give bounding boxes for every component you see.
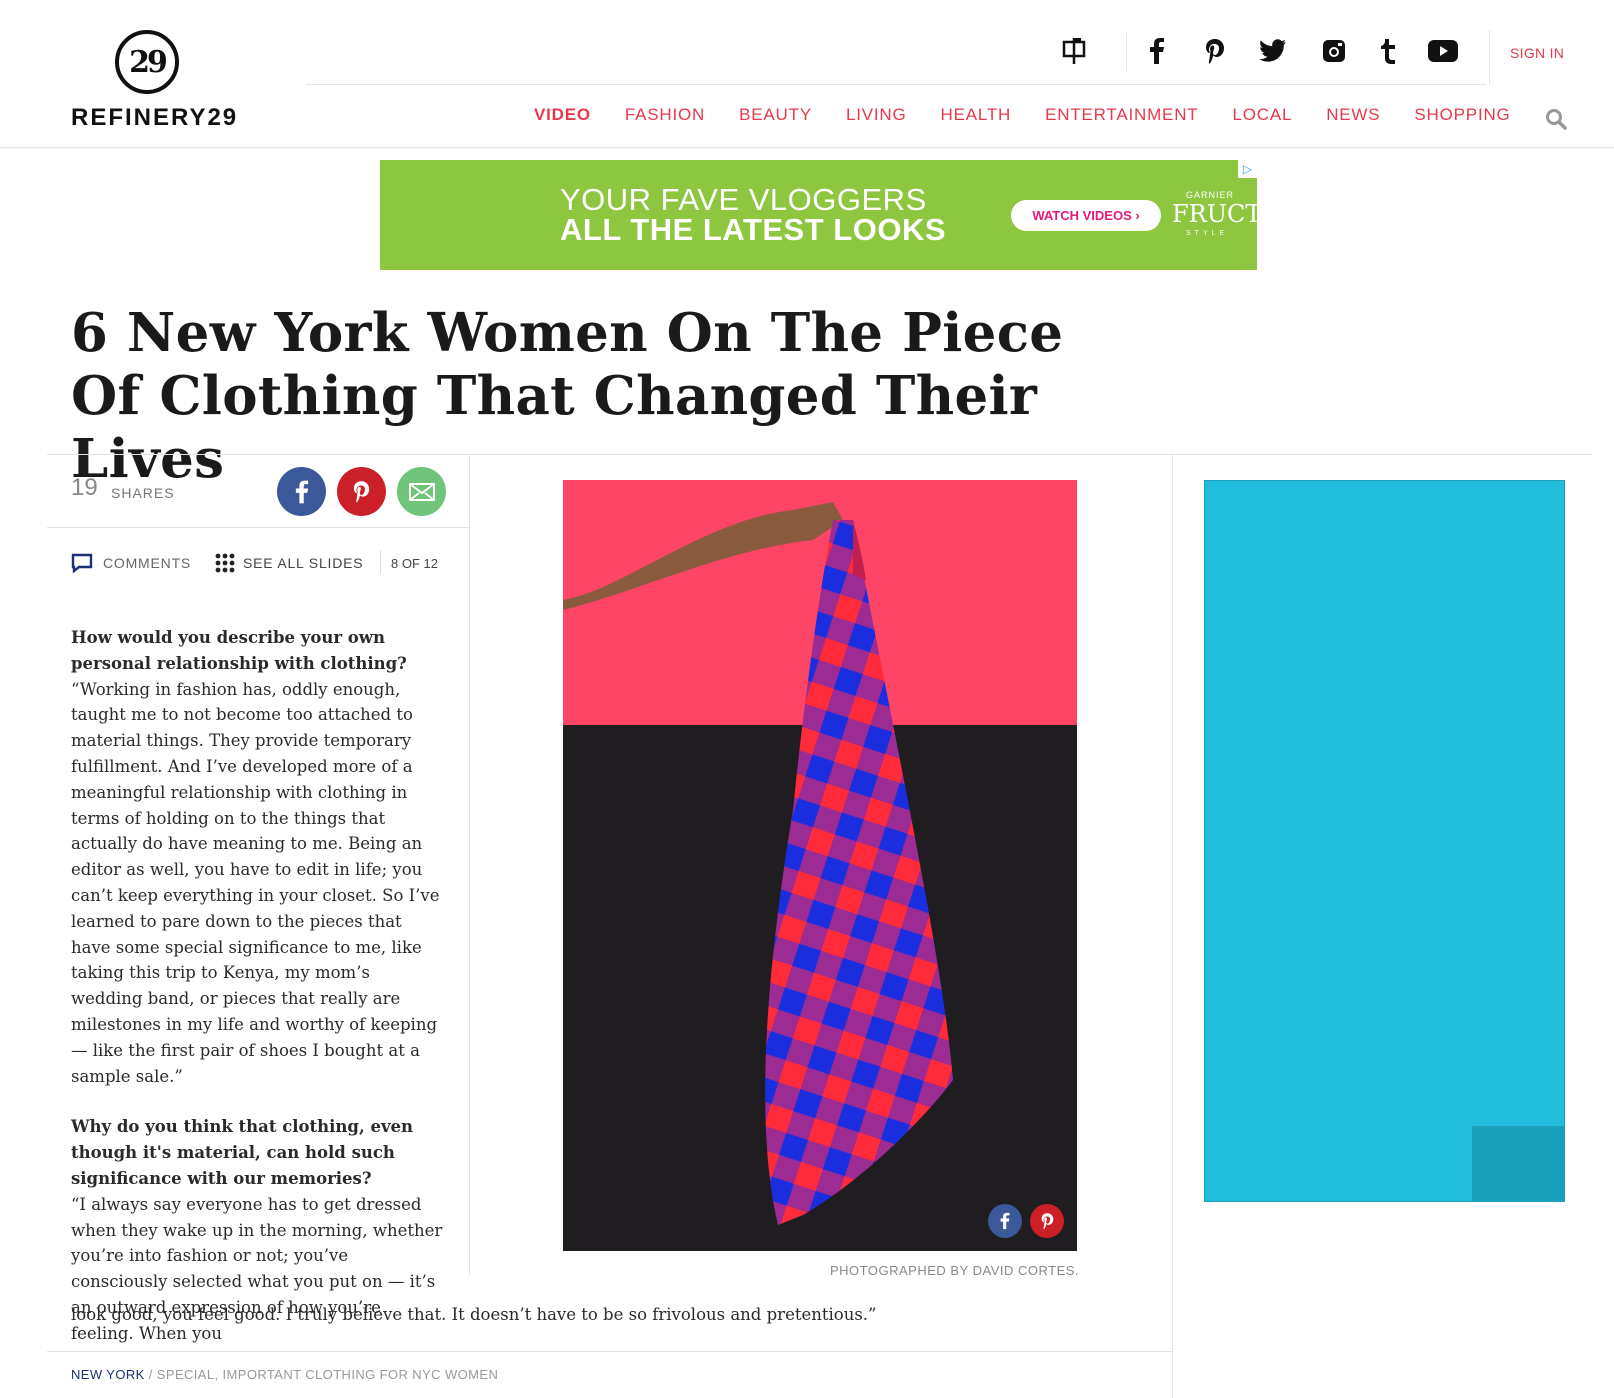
photo-share-pinterest-button[interactable]	[1030, 1204, 1064, 1238]
see-all-slides-link[interactable]: SEE ALL SLIDES	[215, 553, 363, 573]
youtube-icon[interactable]	[1428, 36, 1458, 66]
instagram-icon[interactable]	[1319, 36, 1349, 66]
sidebar-ad[interactable]	[1204, 480, 1565, 1202]
interview-answer: “Working in fashion has, oddly enough, t…	[71, 679, 440, 1086]
article-photo[interactable]	[563, 480, 1077, 1251]
shares-label: SHARES	[111, 485, 175, 501]
grid-icon	[215, 553, 235, 573]
header-divider	[0, 147, 1614, 148]
search-icon[interactable]	[1545, 108, 1567, 130]
breadcrumb: NEW YORK / SPECIAL, IMPORTANT CLOTHING F…	[71, 1367, 498, 1382]
tumblr-icon[interactable]	[1373, 36, 1403, 66]
footer-divider	[47, 1351, 1172, 1352]
photo-credit: PHOTOGRAPHED BY DAVID CORTES.	[830, 1263, 1080, 1278]
article-body: How would you describe your own personal…	[71, 625, 446, 1347]
pinterest-icon	[353, 481, 370, 503]
share-count: 19	[71, 474, 98, 501]
mailbox-icon[interactable]	[1059, 36, 1089, 66]
nav-item-living[interactable]: LIVING	[846, 105, 907, 125]
ad-brand-maker: GARNIER	[1186, 190, 1235, 200]
share-facebook-button[interactable]	[277, 467, 326, 516]
comments-label: COMMENTS	[103, 555, 192, 571]
facebook-icon[interactable]	[1142, 36, 1172, 66]
pinterest-icon	[1041, 1213, 1053, 1230]
ad-image-corner	[1472, 1126, 1564, 1201]
pinterest-icon[interactable]	[1200, 36, 1230, 66]
see-all-slides-label: SEE ALL SLIDES	[243, 555, 364, 571]
divider	[380, 550, 381, 574]
ad-brand-logo: FRUCTIS	[1172, 200, 1288, 228]
nav-item-local[interactable]: LOCAL	[1232, 105, 1292, 125]
ad-banner[interactable]: YOUR FAVE VLOGGERS ALL THE LATEST LOOKS …	[380, 160, 1287, 270]
facebook-icon	[295, 480, 308, 503]
main-nav: VIDEO FASHION BEAUTY LIVING HEALTH ENTER…	[534, 105, 1545, 125]
logo-mark[interactable]: 29	[115, 30, 179, 94]
interview-question: Why do you think that clothing, even tho…	[71, 1117, 414, 1188]
divider	[1126, 34, 1127, 70]
article-headline: 6 New York Women On The Piece Of Clothin…	[71, 302, 1064, 490]
share-pinterest-button[interactable]	[337, 467, 386, 516]
nav-item-shopping[interactable]: SHOPPING	[1414, 105, 1510, 125]
slide-counter: 8 OF 12	[391, 556, 438, 571]
comments-link[interactable]: COMMENTS	[71, 553, 191, 573]
photo-share-facebook-button[interactable]	[988, 1204, 1022, 1238]
ad-choices-icon[interactable]: ▷	[1238, 160, 1257, 178]
facebook-icon	[1000, 1212, 1010, 1230]
nav-item-video[interactable]: VIDEO	[534, 105, 591, 125]
divider	[1489, 30, 1490, 85]
ad-brand-style: STYLE	[1186, 230, 1229, 237]
interview-question: How would you describe your own personal…	[71, 628, 407, 673]
watch-videos-button[interactable]: WATCH VIDEOS ›	[1011, 200, 1161, 231]
logo-text[interactable]: REFINERY29	[71, 104, 238, 132]
share-divider	[47, 527, 469, 528]
nav-item-entertainment[interactable]: ENTERTAINMENT	[1045, 105, 1198, 125]
content-divider	[47, 454, 1591, 455]
ad-subheadline: ALL THE LATEST LOOKS	[560, 212, 947, 247]
sign-in-link[interactable]: SIGN IN	[1510, 45, 1564, 61]
nav-item-news[interactable]: NEWS	[1326, 105, 1380, 125]
right-column-divider	[1172, 455, 1173, 1398]
nav-item-health[interactable]: HEALTH	[941, 105, 1012, 125]
breadcrumb-tag-link[interactable]: SPECIAL, IMPORTANT CLOTHING FOR NYC WOME…	[157, 1367, 498, 1382]
header-top-rule	[306, 84, 1486, 85]
share-email-button[interactable]	[397, 467, 446, 516]
left-column-divider	[469, 455, 470, 1275]
twitter-icon[interactable]	[1258, 36, 1288, 66]
breadcrumb-separator: /	[144, 1367, 157, 1382]
nav-item-fashion[interactable]: FASHION	[625, 105, 705, 125]
breadcrumb-city-link[interactable]: NEW YORK	[71, 1367, 145, 1382]
interview-answer-continued: look good, you feel good. I truly believ…	[71, 1305, 877, 1324]
email-icon	[408, 482, 435, 501]
comment-icon	[71, 553, 93, 573]
nav-item-beauty[interactable]: BEAUTY	[739, 105, 812, 125]
